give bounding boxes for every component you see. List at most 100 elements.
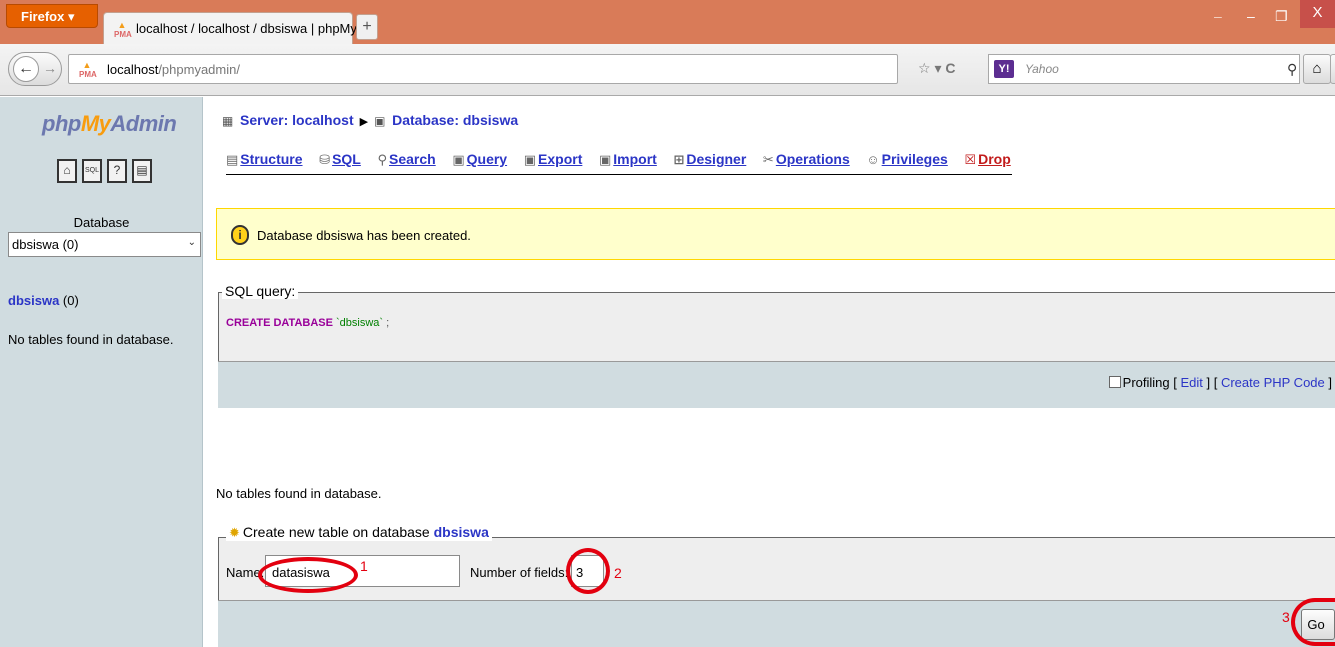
- annotation-number-1: 1: [360, 558, 368, 574]
- tab-label: Export: [538, 151, 583, 167]
- database-select[interactable]: dbsiswa (0) ⌄: [8, 232, 201, 257]
- navigation-toolbar: ← → PMA localhost/phpmyadmin/ ☆ ▾ C Y! Y…: [0, 44, 1335, 96]
- tab-sql[interactable]: ⛁ SQL: [319, 151, 361, 168]
- tab-drop[interactable]: ☒ Drop: [964, 151, 1010, 168]
- firefox-menu-button[interactable]: Firefox ▾: [6, 4, 98, 28]
- tab-export[interactable]: ▣ Export: [524, 151, 583, 168]
- minimize-button[interactable]: –: [1247, 8, 1255, 24]
- database-label: Database: [73, 215, 130, 230]
- profiling-checkbox[interactable]: [1108, 376, 1121, 388]
- database-icon: ▣: [374, 114, 386, 128]
- annotation-number-2: 2: [614, 565, 622, 581]
- number-of-fields-input[interactable]: 3: [571, 555, 604, 587]
- tab-query[interactable]: ▣ Query: [452, 151, 507, 168]
- create-php-code-link[interactable]: Create PHP Code: [1221, 375, 1325, 390]
- logo-php: php: [42, 111, 81, 136]
- privileges-icon: ☺: [866, 152, 880, 167]
- bookmark-star-icon[interactable]: ☆ ▾ C: [918, 60, 955, 77]
- search-icon[interactable]: ⚲: [1287, 61, 1297, 78]
- tab-label: Import: [613, 151, 657, 167]
- tab-structure[interactable]: ▤ Structure: [226, 151, 303, 168]
- url-bar[interactable]: PMA localhost/phpmyadmin/: [68, 54, 898, 84]
- profiling-label: Profiling: [1122, 375, 1170, 390]
- tab-label: Privileges: [881, 151, 948, 167]
- create-table-legend: ✹ Create new table on database dbsiswa: [226, 524, 492, 541]
- chevron-down-icon: ⌄: [187, 237, 196, 248]
- home-icon: ⌂: [1312, 60, 1322, 77]
- reload-icon[interactable]: C: [945, 60, 955, 76]
- search-icon: ⚲: [377, 152, 387, 167]
- database-select-value: dbsiswa (0): [12, 237, 79, 252]
- breadcrumb-server[interactable]: Server: localhost: [240, 112, 354, 128]
- new-table-icon: ✹: [229, 525, 240, 540]
- tab-label: Query: [466, 151, 508, 167]
- edit-link[interactable]: Edit: [1180, 375, 1202, 390]
- sql-query-code: CREATE DATABASE `dbsiswa` ;: [226, 317, 389, 329]
- tab-label: SQL: [332, 151, 361, 167]
- forward-arrow-icon[interactable]: →: [43, 60, 57, 76]
- tab-designer[interactable]: ⊞ Designer: [673, 151, 746, 168]
- tab-label: Operations: [775, 151, 850, 167]
- yahoo-icon[interactable]: Y!: [994, 60, 1014, 78]
- logo-admin: Admin: [110, 111, 177, 136]
- tab-search[interactable]: ⚲ Search: [377, 151, 435, 168]
- create-table-db-link[interactable]: dbsiswa: [434, 524, 489, 540]
- designer-icon: ⊞: [673, 152, 685, 167]
- close-window-button[interactable]: X: [1300, 0, 1335, 28]
- site-identity-icon: PMA: [79, 61, 97, 79]
- breadcrumb: ▦ Server: localhost ▶ ▣ Database: dbsiswa: [222, 112, 518, 128]
- database-table-count: (0): [62, 293, 79, 308]
- tab-privileges[interactable]: ☺ Privileges: [866, 151, 947, 167]
- phpmyadmin-logo[interactable]: phpMyAdmin: [42, 111, 177, 137]
- tab-title: localhost / localhost / dbsiswa | phpMy.…: [136, 21, 367, 36]
- back-forward-group: ← →: [8, 52, 62, 86]
- sql-icon: ⛁: [319, 152, 331, 167]
- table-name-label: Name:: [226, 565, 265, 580]
- success-notice: i Database dbsiswa has been created.: [216, 208, 1335, 260]
- phpmyadmin-favicon: PMA: [114, 21, 132, 39]
- search-bar[interactable]: Y! Yahoo: [988, 54, 1300, 84]
- search-placeholder: Yahoo: [1025, 62, 1059, 76]
- url-host: localhost: [107, 62, 159, 77]
- create-table-tools: [218, 600, 1335, 647]
- notice-text: Database dbsiswa has been created.: [257, 228, 471, 243]
- operations-icon: ✂: [762, 152, 774, 167]
- sql-query-actions: Profiling [ Edit ] [ Create PHP Code ]: [1108, 375, 1332, 390]
- sql-database-name: `dbsiswa`: [336, 317, 384, 329]
- no-tables-message: No tables found in database.: [8, 332, 174, 347]
- maximize-button[interactable]: ❐: [1275, 8, 1288, 25]
- database-link[interactable]: dbsiswa: [8, 293, 59, 308]
- tab-label: Drop: [978, 151, 1011, 167]
- query-icon: ▣: [452, 152, 465, 167]
- export-icon: ▣: [523, 152, 537, 167]
- structure-icon: ▤: [226, 152, 239, 167]
- sql-query-window-icon[interactable]: SQL: [82, 159, 102, 183]
- info-icon: i: [231, 225, 249, 245]
- database-tabs: ▤ Structure ⛁ SQL ⚲ Search ▣ Query ▣ Export ▣…: [226, 151, 1012, 175]
- database-tree-item: dbsiswa (0): [8, 293, 79, 308]
- server-icon: ▦: [222, 114, 234, 128]
- drop-icon: ☒: [964, 152, 977, 167]
- tab-operations[interactable]: ✂ Operations: [763, 151, 850, 168]
- tab-import[interactable]: ▣ Import: [599, 151, 657, 168]
- create-table-legend-text: Create new table on database: [242, 524, 430, 540]
- tab-label: Structure: [240, 151, 303, 167]
- home-button[interactable]: ⌂: [1303, 54, 1331, 84]
- breadcrumb-separator-icon: ▶: [359, 116, 369, 128]
- url-path: /phpmyadmin/: [158, 62, 240, 77]
- documentation-icon[interactable]: ▤: [132, 159, 152, 183]
- help-icon[interactable]: ?: [107, 159, 127, 183]
- browser-tab[interactable]: PMA localhost / localhost / dbsiswa | ph…: [103, 12, 367, 44]
- tab-label: Search: [389, 151, 436, 167]
- home-icon[interactable]: ⌂: [57, 159, 77, 183]
- minimize-icon-faded: ‒: [1214, 8, 1222, 24]
- breadcrumb-database[interactable]: Database: dbsiswa: [392, 112, 518, 128]
- navigation-frame: phpMyAdmin ⌂ SQL ? ▤ Database dbsiswa (0…: [0, 97, 203, 647]
- number-of-fields-label: Number of fields:: [470, 565, 569, 580]
- back-arrow-icon[interactable]: ←: [13, 56, 39, 82]
- go-button[interactable]: Go: [1301, 609, 1335, 640]
- new-tab-button[interactable]: +: [356, 14, 378, 40]
- logo-my: My: [80, 111, 111, 136]
- sql-query-tools: Profiling [ Edit ] [ Create PHP Code ]: [218, 361, 1335, 408]
- toolbar-overflow-button[interactable]: [1330, 54, 1335, 84]
